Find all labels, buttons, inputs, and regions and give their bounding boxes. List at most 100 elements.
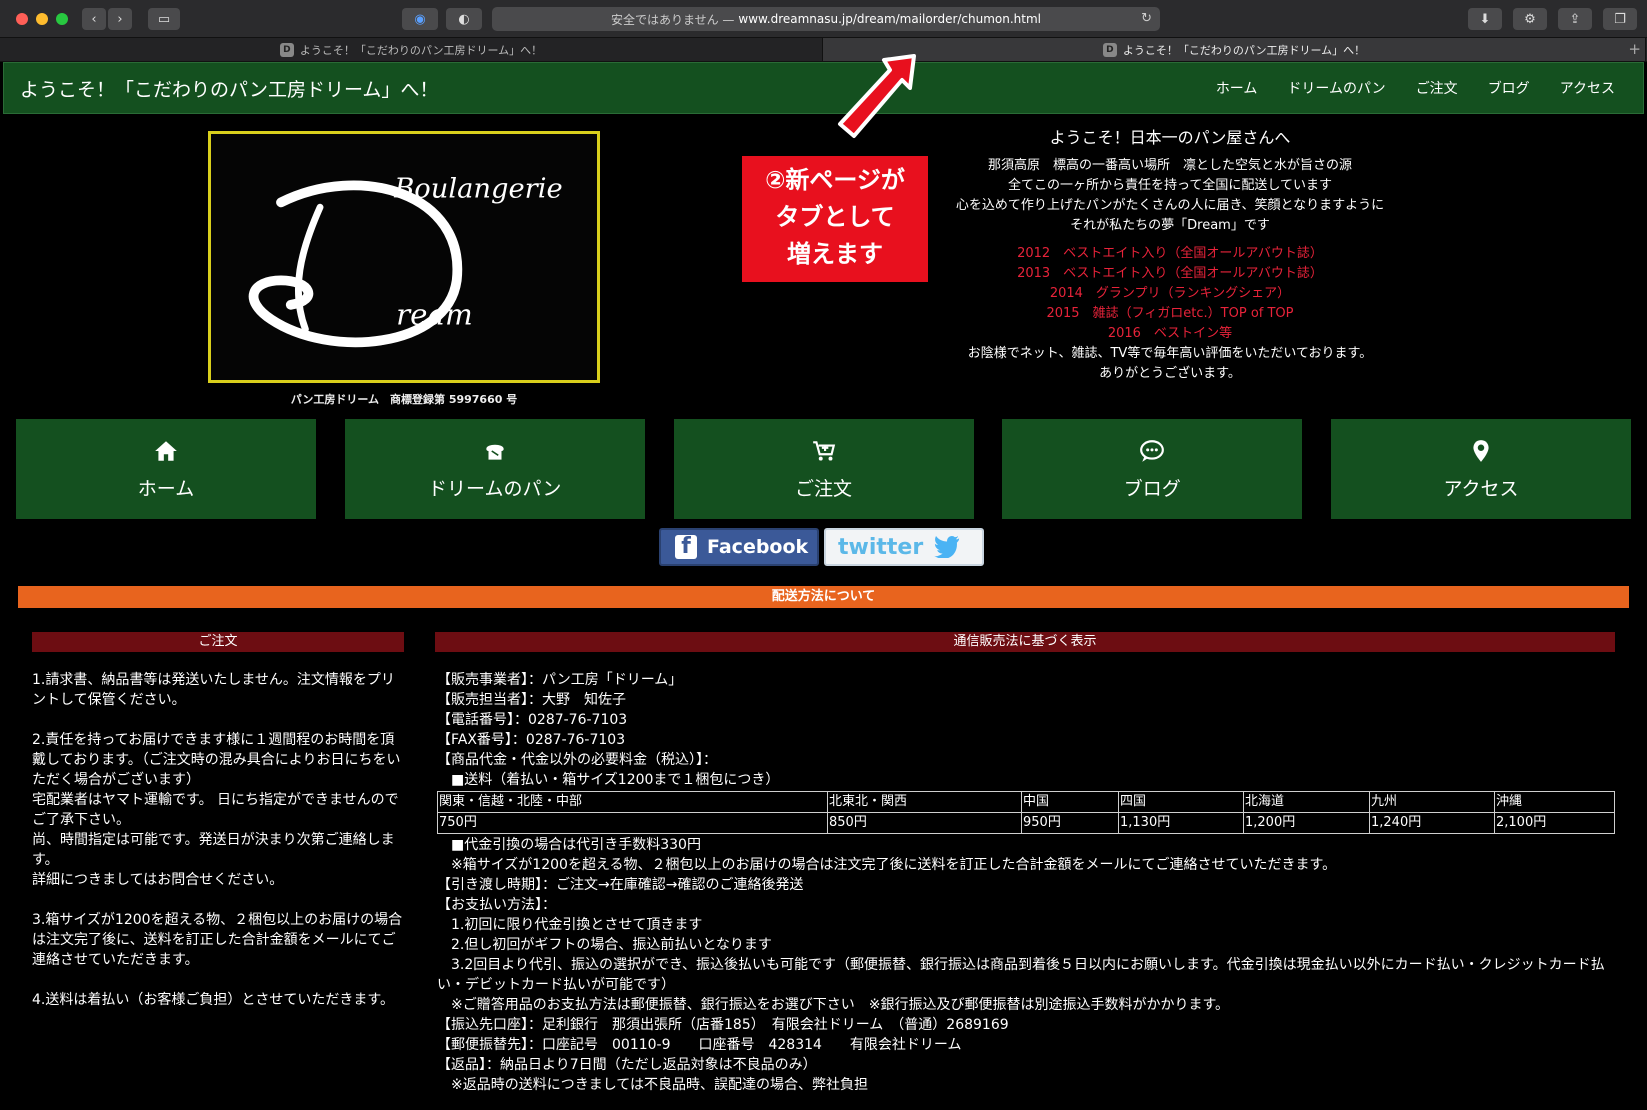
legal-line: ■代金引換の場合は代引き手数料330円 [437, 837, 701, 853]
new-tab-button[interactable]: + [1628, 40, 1641, 58]
legal-line: 【返品】：納品日より7日間（ただし返品対象は不良品のみ） [437, 1057, 817, 1073]
legal-line: 3.2回目より代引、振込の選択ができ、振込後払いも可能です（郵便振替、銀行振込は… [437, 957, 1605, 993]
welcome-heading: ようこそ！日本一のパン屋さんへ [1049, 128, 1291, 147]
zoom-window-button[interactable] [56, 13, 68, 25]
shipping-method-bar[interactable]: 配送方法について [18, 586, 1629, 608]
svg-text:Boulangerie: Boulangerie [393, 173, 562, 204]
main-nav-order[interactable]: ご注文 [673, 419, 974, 519]
legal-line: 【商品代金・代金以外の必要料金（税込）】： [437, 752, 717, 768]
chevron-right-icon: › [117, 11, 123, 27]
address-bar[interactable]: 安全ではありません — www.dreamnasu.jp/dream/mailo… [492, 7, 1160, 31]
award-line: 2013 ベストエイト入り（全国オールアバウト誌） [1017, 266, 1323, 281]
welcome-section: ようこそ！日本一のパン屋さんへ 那須高原 標高の一番高い場所 凛とした空気と水が… [920, 124, 1420, 384]
main-nav-label: ドリームのパン [428, 477, 562, 500]
svg-text:ream: ream [396, 297, 473, 331]
logo: Boulangerie ream [208, 131, 600, 383]
site-title[interactable]: ようこそ！「こだわりのパン工房ドリーム」へ！ [20, 75, 438, 102]
annotation-callout: ②新ページが タブとして 増えます [742, 156, 928, 282]
shield-button[interactable]: ◐ [446, 8, 482, 30]
gear-icon: ⚙ [1524, 11, 1536, 27]
table-row: 関東・信越・北陸・中部 北東北・関西 中国 四国 北海道 九州 沖縄 [437, 791, 1615, 813]
legal-line: ※箱サイズが1200を超える物、２梱包以上のお届けの場合は注文完了後に送料を訂正… [437, 857, 1337, 873]
award-line: 2015 雑誌（フィガロetc.）TOP of TOP [1046, 306, 1294, 321]
main-nav-label: ご注文 [794, 477, 852, 500]
table-header-cell: 北東北・関西 [827, 791, 1022, 813]
legal-line: 1.初回に限り代金引換とさせて頂きます [437, 917, 703, 933]
legal-line: 【郵便振替先】：口座記号 00110-9 口座番号 428314 有限会社ドリー… [437, 1037, 962, 1053]
nav-access[interactable]: アクセス [1560, 78, 1615, 98]
annotation-line-1: ②新ページが [765, 166, 905, 194]
nav-home[interactable]: ホーム [1216, 78, 1258, 98]
forward-button[interactable]: › [108, 8, 132, 30]
share-button[interactable]: ⇪ [1558, 8, 1592, 30]
cart-icon [812, 440, 835, 461]
legal-line: 【お支払い方法】： [437, 897, 556, 913]
twitter-label: twitter [838, 534, 924, 560]
share-icon: ⇪ [1569, 11, 1581, 27]
facebook-label: Facebook [707, 536, 809, 558]
table-row: 750円 850円 950円 1,130円 1,200円 1,240円 2,10… [437, 812, 1615, 834]
nav-order[interactable]: ご注文 [1416, 78, 1458, 98]
annotation-arrow-icon [838, 54, 916, 138]
annotation-line-3: 増えます [787, 240, 883, 268]
award-line: 2014 グランプリ（ランキングシェア） [1049, 286, 1291, 301]
main-nav-label: アクセス [1443, 477, 1519, 500]
table-header-cell: 北海道 [1243, 791, 1370, 813]
settings-button[interactable]: ⚙ [1513, 8, 1547, 30]
bread-icon [486, 444, 504, 460]
legal-line: 【販売担当者】：大野 知佐子 [437, 692, 626, 708]
welcome-line: それが私たちの夢「Dream」です [1070, 218, 1270, 233]
reload-icon[interactable]: ↻ [1141, 11, 1152, 26]
nav-bread[interactable]: ドリームのパン [1287, 78, 1385, 98]
downloads-button[interactable]: ⬇ [1468, 8, 1502, 30]
legal-line: ※ご贈答用品のお支払方法は郵便振替、銀行振込をお選び下さい ※銀行振込及び郵便振… [437, 997, 1230, 1013]
legal-line: 【FAX番号】：0287-76-7103 [437, 732, 626, 748]
globe-icon: ◉ [414, 11, 426, 27]
main-nav-bread[interactable]: ドリームのパン [344, 419, 645, 519]
order-paragraph: 2.責任を持ってお届けできます様に１週間程のお時間を頂戴しております。（ご注文時… [32, 732, 401, 888]
twitter-bird-icon [933, 536, 960, 558]
order-paragraph: 3.箱サイズが1200を超える物、２梱包以上のお届けの場合は注文完了後に、送料を… [32, 912, 403, 968]
top-nav: ホーム ドリームのパン ご注文 ブログ アクセス [1216, 78, 1615, 98]
order-paragraph: 4.送料は着払い（お客様ご負担）とさせていただきます。 [32, 992, 394, 1008]
twitter-button[interactable]: twitter [824, 528, 984, 566]
tab-title: ようこそ！「こだわりのパン工房ドリーム」へ！ [1122, 43, 1366, 57]
table-cell: 1,200円 [1243, 812, 1370, 834]
legal-line: 2.但し初回がギフトの場合、振込前払いとなります [437, 937, 772, 953]
table-cell: 2,100円 [1494, 812, 1615, 834]
close-window-button[interactable] [16, 13, 28, 25]
award-line: 2016 ベストイン等 [1107, 326, 1233, 341]
browser-toolbar: ‹ › ▭ ◉ ◐ 安全ではありません — www.dreamnasu.jp/d… [0, 0, 1647, 38]
legal-line: 【振込先口座】：足利銀行 那須出張所（店番185） 有限会社ドリーム （普通）2… [437, 1017, 1009, 1033]
main-nav-blog[interactable]: ブログ [1002, 419, 1303, 519]
privacy-button[interactable]: ◉ [402, 8, 438, 30]
sidebar-button[interactable]: ▭ [148, 8, 180, 30]
facebook-button[interactable]: f Facebook [659, 528, 819, 566]
tab-favicon: D [1102, 42, 1117, 57]
main-nav-access[interactable]: アクセス [1331, 419, 1631, 519]
facebook-icon: f [675, 534, 697, 559]
tab-overview-button[interactable]: ❐ [1603, 8, 1637, 30]
tab-1[interactable]: D ようこそ！「こだわりのパン工房ドリーム」へ！ [0, 38, 823, 61]
sidebar-icon: ▭ [157, 11, 171, 27]
minimize-window-button[interactable] [36, 13, 48, 25]
welcome-line: 心を込めて作り上げたパンがたくさんの人に届き、笑顔となりますように [955, 198, 1385, 213]
chevron-left-icon: ‹ [91, 11, 97, 27]
order-paragraph: 1.請求書、納品書等は発送いたしません。注文情報をプリントして保管ください。 [32, 672, 395, 708]
table-header-cell: 関東・信越・北陸・中部 [437, 791, 828, 813]
main-nav-label: ホーム [137, 477, 195, 500]
award-line: 2012 ベストエイト入り（全国オールアバウト誌） [1017, 246, 1323, 261]
table-header-cell: 中国 [1021, 791, 1119, 813]
shipping-fee-table: 関東・信越・北陸・中部 北東北・関西 中国 四国 北海道 九州 沖縄 750円 … [437, 791, 1615, 834]
welcome-closing: ありがとうございます。 [1099, 366, 1241, 381]
main-nav: ホーム ドリームのパン ご注文 ブログ アクセス [16, 419, 1631, 519]
table-cell: 1,130円 [1118, 812, 1244, 834]
trademark-text: パン工房ドリーム 商標登録第 5997660 号 [290, 393, 518, 406]
annotation-line-2: タブとして [775, 203, 895, 231]
tab-2[interactable]: D ようこそ！「こだわりのパン工房ドリーム」へ！ [823, 38, 1646, 61]
legal-line: 【販売事業者】：パン工房「ドリーム」 [437, 672, 683, 688]
main-nav-home[interactable]: ホーム [16, 419, 316, 519]
nav-blog[interactable]: ブログ [1488, 78, 1530, 98]
back-button[interactable]: ‹ [82, 8, 106, 30]
legal-body: 【販売事業者】：パン工房「ドリーム」 【販売担当者】：大野 知佐子 【電話番号】… [437, 670, 1617, 1095]
